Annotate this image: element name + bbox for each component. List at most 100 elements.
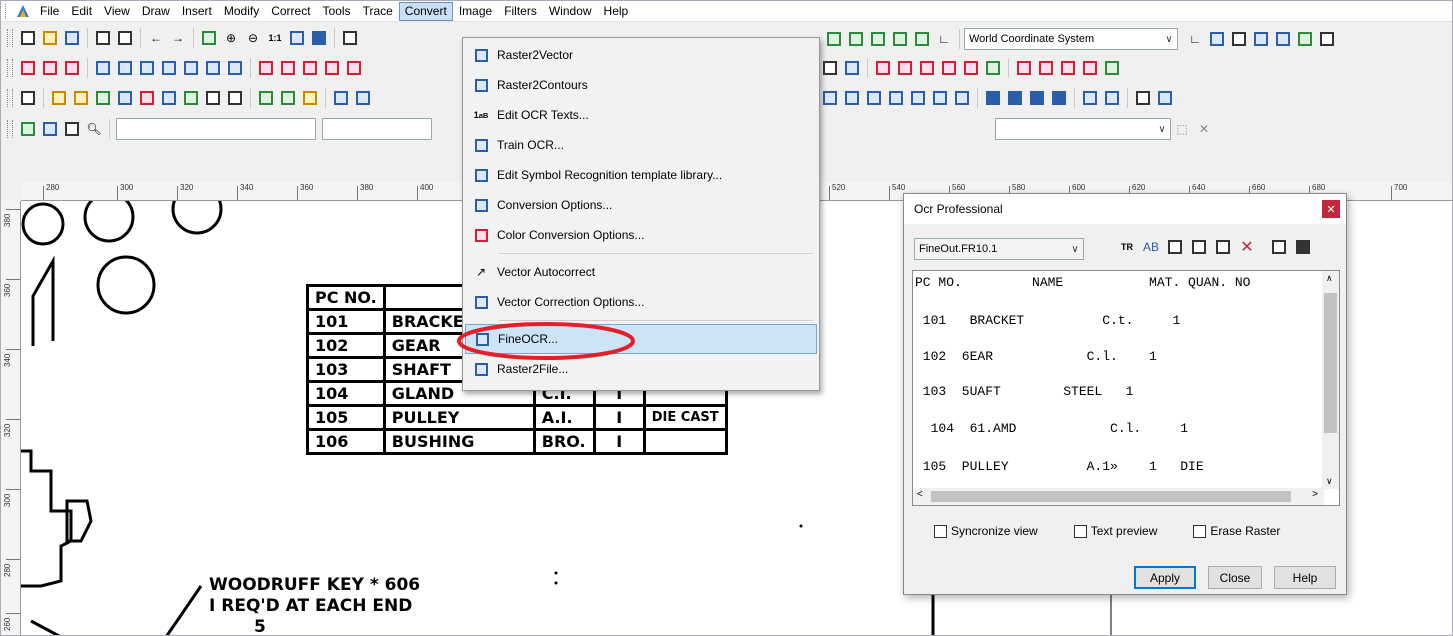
- syncronize-view-checkbox[interactable]: Syncronize view: [934, 524, 1038, 538]
- layer-props-icon[interactable]: [1274, 30, 1292, 48]
- scroll-right-icon[interactable]: >: [1312, 489, 1318, 500]
- mask-icon[interactable]: [1028, 89, 1046, 107]
- zoom-window-icon[interactable]: [288, 29, 306, 47]
- ocr-text-area[interactable]: PC MO. NAME MAT. QUAN. NO 101 BRACKET C.…: [912, 270, 1340, 506]
- raster-edit-icon[interactable]: [257, 59, 275, 77]
- checkbox-box[interactable]: [1073, 524, 1087, 538]
- color-icon[interactable]: [257, 89, 275, 107]
- layers-icon[interactable]: [200, 29, 218, 47]
- raster-edit-icon[interactable]: [1081, 59, 1099, 77]
- vector-tool-icon[interactable]: [953, 89, 971, 107]
- select-text-icon[interactable]: [1214, 238, 1232, 256]
- hatch-icon[interactable]: [1296, 30, 1314, 48]
- menu-vector-correction-options[interactable]: Vector Correction Options...: [465, 287, 817, 317]
- undo-arrow-icon[interactable]: ←: [147, 29, 165, 47]
- select-region-icon[interactable]: [821, 59, 839, 77]
- arc-tool-icon[interactable]: [94, 59, 112, 77]
- line-tool-icon[interactable]: [19, 89, 37, 107]
- print-preview-icon[interactable]: [116, 29, 134, 47]
- menubar-grip[interactable]: [5, 3, 13, 19]
- menu-filters[interactable]: Filters: [498, 2, 543, 21]
- menu-train-ocr[interactable]: Train OCR...: [465, 130, 817, 160]
- coordinate-system-select[interactable]: World Coordinate System ∨: [964, 28, 1178, 50]
- grid-icon[interactable]: [869, 30, 887, 48]
- erase-raster-checkbox[interactable]: Erase Raster: [1193, 524, 1280, 538]
- menu-color-conversion-options[interactable]: Color Conversion Options...: [465, 220, 817, 250]
- menu-convert[interactable]: Convert: [398, 1, 453, 21]
- style-select[interactable]: ∨: [995, 118, 1171, 140]
- apply-button[interactable]: Apply: [1134, 566, 1196, 589]
- menu-file[interactable]: File: [34, 2, 65, 21]
- ucs-origin-icon[interactable]: ∟: [1186, 30, 1204, 48]
- draw-tool-icon[interactable]: [50, 89, 68, 107]
- menu-correct[interactable]: Correct: [265, 2, 316, 21]
- recognize-text-icon[interactable]: TR: [1118, 238, 1136, 256]
- mask-icon[interactable]: [1006, 89, 1024, 107]
- polar-icon[interactable]: [913, 30, 931, 48]
- vector-tool-icon[interactable]: [887, 89, 905, 107]
- text-block-icon[interactable]: [1190, 238, 1208, 256]
- ucs-list-icon[interactable]: [1208, 30, 1226, 48]
- menu-image[interactable]: Image: [453, 2, 498, 21]
- raster-edit-icon[interactable]: [1059, 59, 1077, 77]
- draw-tool-icon[interactable]: [226, 89, 244, 107]
- vector-tool-icon[interactable]: [931, 89, 949, 107]
- raster-edit-icon[interactable]: [896, 59, 914, 77]
- menu-edit[interactable]: Edit: [65, 2, 98, 21]
- arc-tool-icon[interactable]: [204, 59, 222, 77]
- layer-icon[interactable]: [63, 120, 81, 138]
- zoom-1to1-icon[interactable]: 1:1: [266, 29, 284, 47]
- new-file-icon[interactable]: [19, 29, 37, 47]
- save-icon[interactable]: [1294, 238, 1312, 256]
- arc-tool-icon[interactable]: [116, 59, 134, 77]
- search-icon[interactable]: 🔍︎: [85, 120, 103, 138]
- menu-trace[interactable]: Trace: [357, 2, 399, 21]
- menu-modify[interactable]: Modify: [218, 2, 265, 21]
- ocr-text-icon[interactable]: [1134, 89, 1152, 107]
- app-icon[interactable]: [15, 3, 31, 19]
- mask-icon[interactable]: [1050, 89, 1068, 107]
- ocr-zone-icon[interactable]: [1103, 89, 1121, 107]
- copy-icon[interactable]: [1270, 238, 1288, 256]
- checkbox-box[interactable]: [1193, 524, 1207, 538]
- draw-tool-icon[interactable]: [204, 89, 222, 107]
- text-style-icon[interactable]: [1230, 30, 1248, 48]
- menu-window[interactable]: Window: [543, 2, 598, 21]
- table-icon[interactable]: [1318, 30, 1336, 48]
- save-icon[interactable]: [63, 29, 81, 47]
- redo-arrow-icon[interactable]: →: [169, 29, 187, 47]
- linetype-select[interactable]: [322, 117, 432, 140]
- draw-tool-icon[interactable]: [72, 89, 90, 107]
- raster-edit-icon[interactable]: [345, 59, 363, 77]
- raster-tool-icon[interactable]: [332, 89, 350, 107]
- toolbar-grip[interactable]: [7, 88, 13, 107]
- draw-tool-icon[interactable]: [160, 89, 178, 107]
- menu-raster2vector[interactable]: Raster2Vector: [465, 40, 817, 70]
- select-region-icon[interactable]: [843, 59, 861, 77]
- vector-tool-icon[interactable]: [865, 89, 883, 107]
- mask-icon[interactable]: [984, 89, 1002, 107]
- raster-tool-icon[interactable]: [354, 89, 372, 107]
- menu-edit-ocr-texts[interactable]: 1 aB Edit OCR Texts...: [465, 100, 817, 130]
- ocr-zone-icon[interactable]: [1081, 89, 1099, 107]
- raster-edit-icon[interactable]: [984, 59, 1002, 77]
- vector-tool-icon[interactable]: [909, 89, 927, 107]
- vector-tool-icon[interactable]: [821, 89, 839, 107]
- scroll-up-icon[interactable]: ∧: [1326, 273, 1333, 284]
- font-ab-icon[interactable]: AB: [1142, 238, 1160, 256]
- ocr-text-icon[interactable]: [1156, 89, 1174, 107]
- close-icon[interactable]: ✕: [1195, 120, 1213, 138]
- raster-edit-icon[interactable]: [918, 59, 936, 77]
- osnap-icon[interactable]: [847, 30, 865, 48]
- toolbar-grip[interactable]: [7, 119, 13, 138]
- correct-icon[interactable]: [19, 59, 37, 77]
- dialog-titlebar[interactable]: Ocr Professional ✕: [904, 194, 1346, 224]
- ortho-icon[interactable]: [891, 30, 909, 48]
- block-icon[interactable]: [1252, 30, 1270, 48]
- menu-conversion-options[interactable]: Conversion Options...: [465, 190, 817, 220]
- draw-tool-icon[interactable]: [116, 89, 134, 107]
- raster-edit-icon[interactable]: [301, 59, 319, 77]
- open-folder-icon[interactable]: [41, 29, 59, 47]
- menu-tools[interactable]: Tools: [317, 2, 357, 21]
- raster-edit-icon[interactable]: [874, 59, 892, 77]
